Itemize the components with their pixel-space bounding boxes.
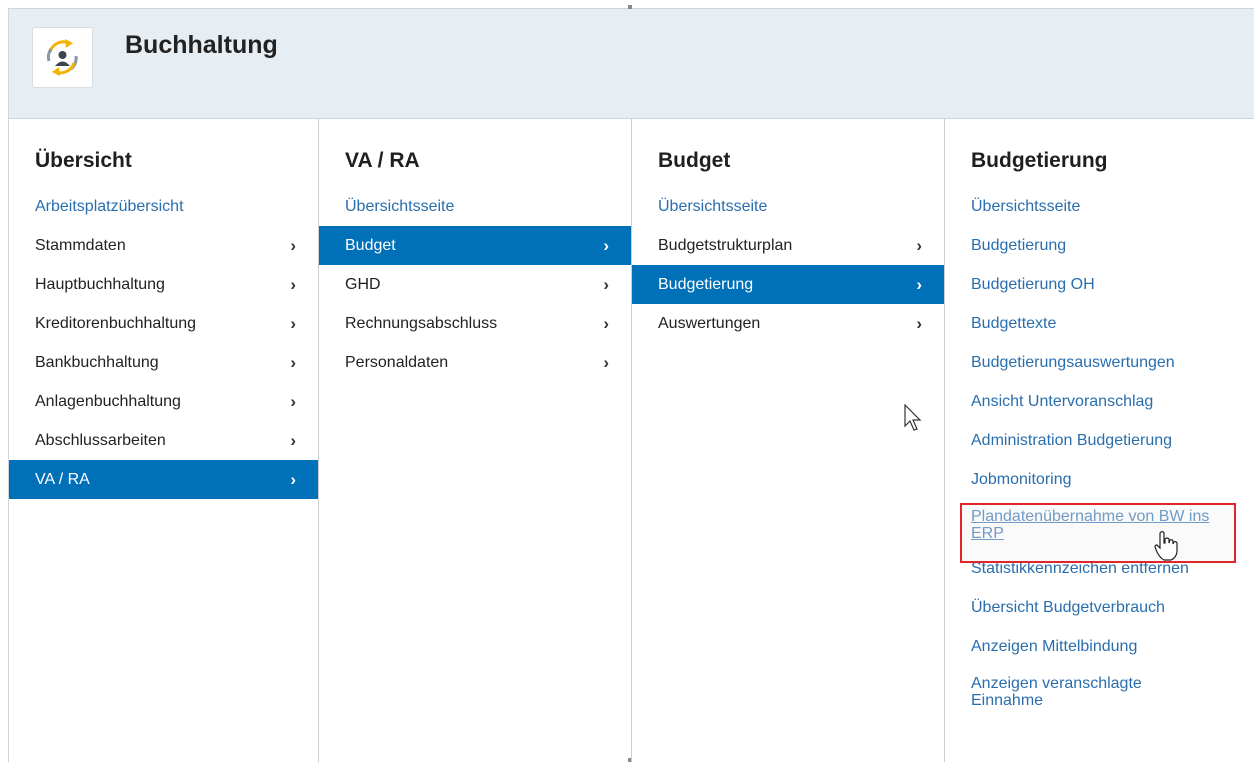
chevron-right-icon: › — [603, 236, 609, 255]
menu-item-anlagenbuchhaltung[interactable]: Anlagenbuchhaltung › — [9, 382, 318, 421]
menu-column-budget: Budget Übersichtsseite Budgetstrukturpla… — [632, 119, 945, 762]
link-budgetierung[interactable]: Budgetierung — [945, 226, 1254, 265]
menu-item-uebersichtsseite[interactable]: Übersichtsseite — [319, 187, 631, 226]
link-anzeigen-mittelbindung[interactable]: Anzeigen Mittelbindung — [945, 627, 1254, 666]
menu-item-budget[interactable]: Budget › — [319, 226, 631, 265]
link-budgetierung-oh[interactable]: Budgetierung OH — [945, 265, 1254, 304]
menu-column-budgetierung: Budgetierung Übersichtsseite Budgetierun… — [945, 119, 1254, 762]
chevron-right-icon: › — [916, 314, 922, 333]
menu-item-hauptbuchhaltung[interactable]: Hauptbuchhaltung › — [9, 265, 318, 304]
menu-item-personaldaten[interactable]: Personaldaten › — [319, 343, 631, 382]
highlight-box — [960, 503, 1236, 563]
page-title: Buchhaltung — [125, 31, 278, 59]
link-uebersicht-budgetverbrauch[interactable]: Übersicht Budgetverbrauch — [945, 588, 1254, 627]
app-header: Buchhaltung — [9, 9, 1254, 119]
chevron-right-icon: › — [603, 314, 609, 333]
chevron-right-icon: › — [290, 314, 296, 333]
menu-item-va-ra[interactable]: VA / RA › — [9, 460, 318, 499]
column-title: VA / RA — [345, 149, 420, 172]
menu-column-va-ra: VA / RA Übersichtsseite Budget › GHD › Rec… — [319, 119, 632, 762]
menu-item-stammdaten[interactable]: Stammdaten › — [9, 226, 318, 265]
chevron-right-icon: › — [603, 353, 609, 372]
menu-item-uebersichtsseite[interactable]: Übersichtsseite — [632, 187, 944, 226]
chevron-right-icon: › — [916, 236, 922, 255]
chevron-right-icon: › — [290, 392, 296, 411]
chevron-right-icon: › — [290, 431, 296, 450]
column-title: Budget — [658, 149, 731, 172]
app-tile[interactable] — [32, 27, 93, 88]
menu-item-budgetierung[interactable]: Budgetierung › — [632, 265, 944, 304]
link-ansicht-untervoranschlag[interactable]: Ansicht Untervoranschlag — [945, 382, 1254, 421]
link-uebersichtsseite[interactable]: Übersichtsseite — [945, 187, 1254, 226]
hand-cursor-icon — [1154, 531, 1178, 561]
link-budgettexte[interactable]: Budgettexte — [945, 304, 1254, 343]
chevron-right-icon: › — [290, 236, 296, 255]
chevron-right-icon: › — [290, 470, 296, 489]
person-refresh-icon — [46, 39, 78, 76]
chevron-right-icon: › — [916, 275, 922, 294]
menu-item-auswertungen[interactable]: Auswertungen › — [632, 304, 944, 343]
menu-item-abschlussarbeiten[interactable]: Abschlussarbeiten › — [9, 421, 318, 460]
chevron-right-icon: › — [603, 275, 609, 294]
arrow-cursor-icon — [904, 404, 922, 431]
chevron-right-icon: › — [290, 353, 296, 372]
menu-item-kreditorenbuchhaltung[interactable]: Kreditorenbuchhaltung › — [9, 304, 318, 343]
link-anzeigen-veranschlagte-einnahme[interactable]: Anzeigen veranschlagte Einnahme — [945, 666, 1254, 718]
link-jobmonitoring[interactable]: Jobmonitoring — [945, 460, 1254, 499]
chevron-right-icon: › — [290, 275, 296, 294]
column-title: Übersicht — [35, 149, 132, 172]
menu-item-arbeitsplatzuebersicht[interactable]: Arbeitsplatzübersicht — [9, 187, 318, 226]
link-administration-budgetierung[interactable]: Administration Budgetierung — [945, 421, 1254, 460]
menu-item-rechnungsabschluss[interactable]: Rechnungsabschluss › — [319, 304, 631, 343]
menu-item-budgetstrukturplan[interactable]: Budgetstrukturplan › — [632, 226, 944, 265]
link-budgetierungsauswertungen[interactable]: Budgetierungsauswertungen — [945, 343, 1254, 382]
column-title: Budgetierung — [971, 149, 1108, 172]
menu-column-uebersicht: Übersicht Arbeitsplatzübersicht Stammdat… — [9, 119, 319, 762]
menu-item-bankbuchhaltung[interactable]: Bankbuchhaltung › — [9, 343, 318, 382]
menu-item-ghd[interactable]: GHD › — [319, 265, 631, 304]
